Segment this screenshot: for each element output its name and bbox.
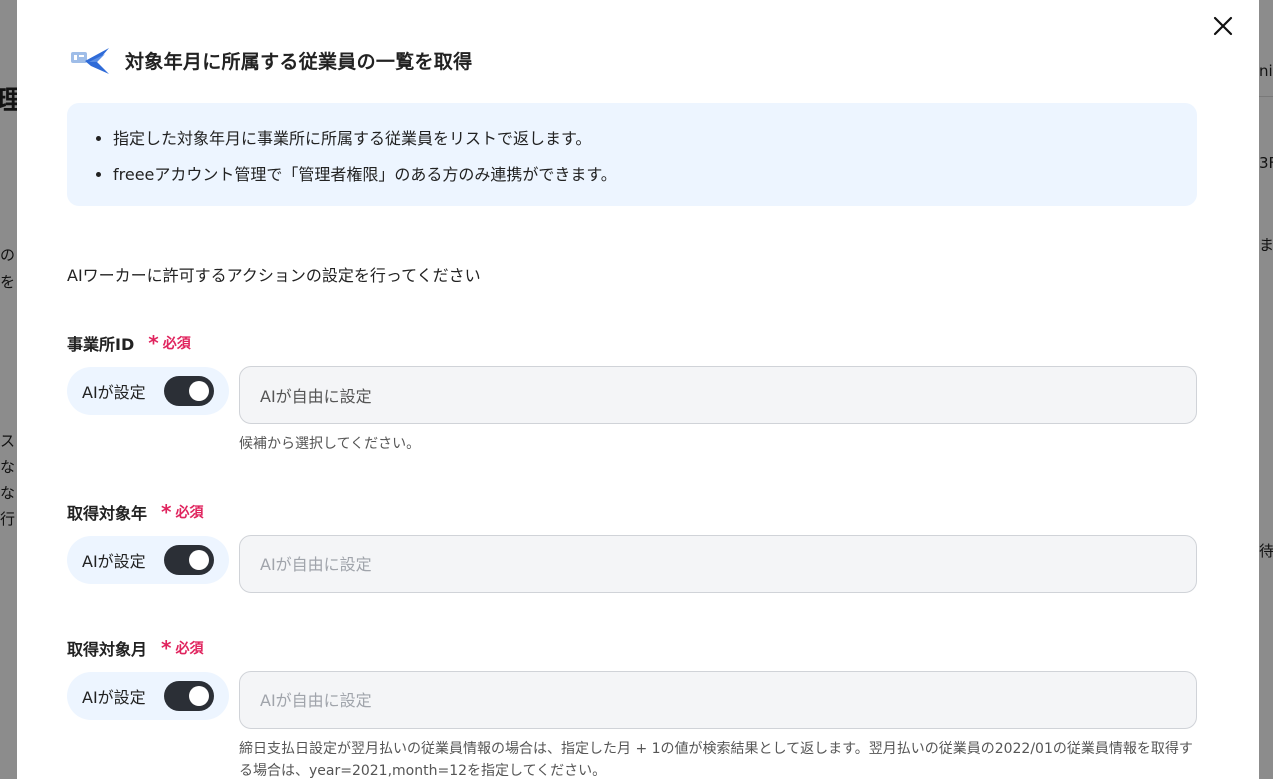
ai-toggle-company-id[interactable]: AIが設定: [67, 367, 229, 415]
required-text: 必須: [175, 641, 204, 657]
close-icon: [1213, 16, 1233, 36]
toggle-knob: [189, 381, 209, 401]
required-text: 必須: [175, 505, 204, 521]
required-badge: * 必須: [161, 502, 203, 522]
target-year-input[interactable]: [239, 535, 1197, 593]
close-button[interactable]: [1209, 12, 1237, 40]
ai-toggle-label: AIが設定: [82, 688, 146, 707]
toggle-knob: [189, 550, 209, 570]
info-box: 指定した対象年月に事業所に所属する従業員をリストで返します。 freeeアカウン…: [67, 103, 1197, 206]
action-settings-modal: 対象年月に所属する従業員の一覧を取得 指定した対象年月に事業所に所属する従業員を…: [17, 0, 1259, 779]
field-label-company-id: 事業所ID * 必須: [67, 331, 191, 355]
asterisk-icon: *: [148, 331, 159, 355]
instruction-text: AIワーカーに許可するアクションの設定を行ってください: [67, 266, 481, 285]
target-month-help: 締日支払日設定が翌月払いの従業員情報の場合は、指定した月 + 1の値が検索結果と…: [239, 741, 1193, 779]
modal-header: 対象年月に所属する従業員の一覧を取得: [69, 40, 472, 80]
required-badge: * 必須: [148, 333, 190, 353]
field-label-target-year: 取得対象年 * 必須: [67, 500, 203, 524]
toggle-knob: [189, 686, 209, 706]
info-item: 指定した対象年月に事業所に所属する従業員をリストで返します。: [113, 121, 1177, 157]
toggle-switch[interactable]: [164, 376, 214, 406]
ai-toggle-target-month[interactable]: AIが設定: [67, 672, 229, 720]
target-month-input[interactable]: [239, 671, 1197, 729]
company-id-help: 候補から選択してください。: [239, 436, 421, 452]
freee-bird-logo-icon: [71, 48, 109, 74]
field-label-text: 取得対象月: [67, 640, 148, 659]
required-text: 必須: [162, 336, 191, 352]
ai-toggle-label: AIが設定: [82, 383, 146, 402]
required-badge: * 必須: [161, 638, 203, 658]
info-list: 指定した対象年月に事業所に所属する従業員をリストで返します。 freeeアカウン…: [93, 121, 1177, 193]
toggle-switch[interactable]: [164, 681, 214, 711]
field-label-target-month: 取得対象月 * 必須: [67, 636, 203, 660]
field-label-text: 取得対象年: [67, 504, 148, 523]
asterisk-icon: *: [161, 636, 172, 660]
company-id-input[interactable]: [239, 366, 1197, 424]
ai-toggle-target-year[interactable]: AIが設定: [67, 536, 229, 584]
toggle-switch[interactable]: [164, 545, 214, 575]
ai-toggle-label: AIが設定: [82, 552, 146, 571]
modal-title: 対象年月に所属する従業員の一覧を取得: [125, 50, 473, 73]
info-item: freeeアカウント管理で「管理者権限」のある方のみ連携ができます。: [113, 157, 1177, 193]
field-label-text: 事業所ID: [67, 335, 135, 354]
asterisk-icon: *: [161, 500, 172, 524]
